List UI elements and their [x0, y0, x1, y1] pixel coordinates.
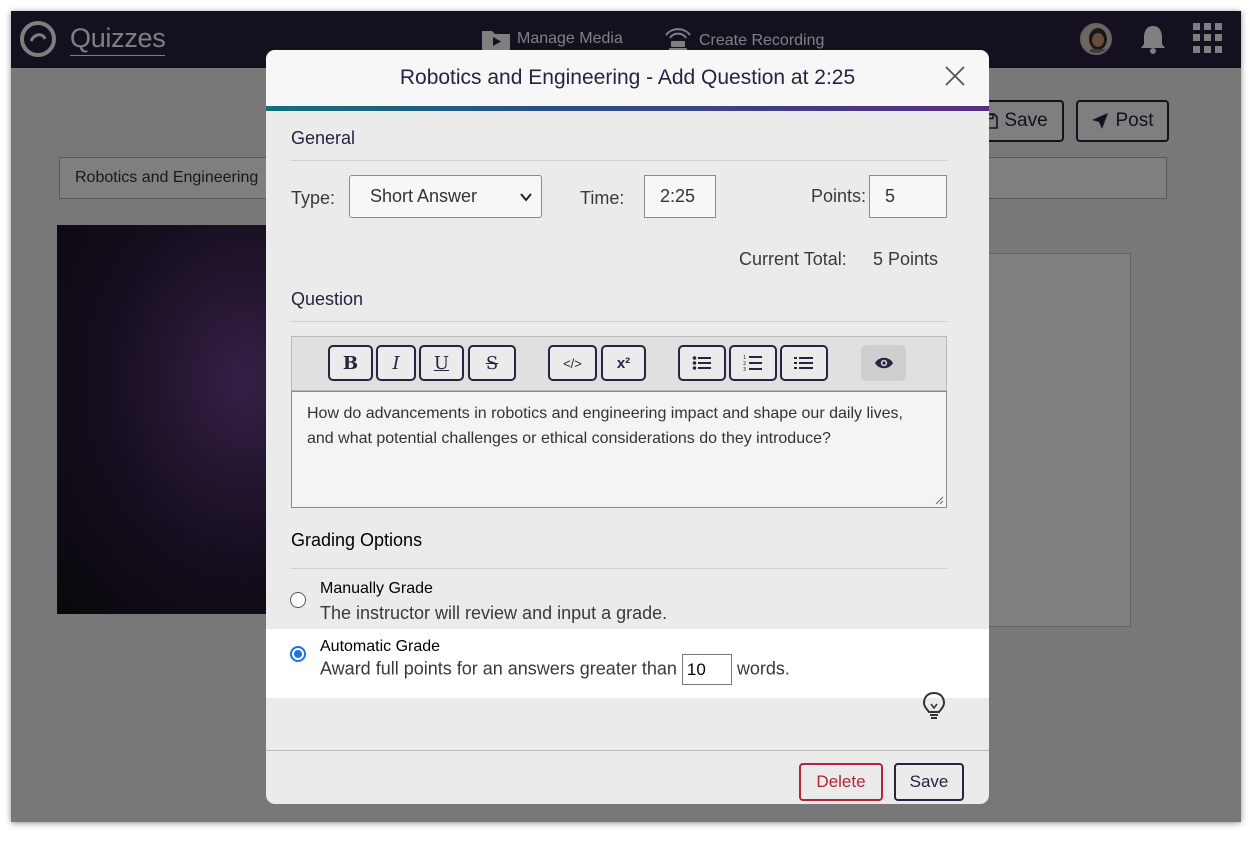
question-text-editor[interactable]: How do advancements in robotics and engi… — [291, 391, 947, 508]
points-label: Points: — [811, 186, 867, 206]
add-question-modal: Robotics and Engineering - Add Question … — [266, 50, 989, 804]
preview-button[interactable] — [861, 345, 906, 381]
question-text: How do advancements in robotics and engi… — [307, 405, 903, 447]
strikethrough-button[interactable]: S — [468, 345, 516, 381]
resize-handle-icon[interactable] — [934, 495, 944, 505]
lightbulb-icon[interactable] — [921, 691, 947, 721]
list-icon — [794, 357, 813, 369]
time-label: Time: — [580, 188, 625, 208]
save-button[interactable]: Save — [894, 763, 964, 801]
close-icon[interactable] — [943, 64, 967, 88]
divider — [291, 160, 947, 161]
chevron-down-icon — [520, 193, 532, 202]
auto-desc-prefix: Award full points for an answers greater… — [320, 658, 677, 679]
app-window: Quizzes Manage Media Create Recording — [11, 11, 1241, 822]
svg-text:3: 3 — [743, 367, 746, 372]
question-type-select[interactable]: Short Answer — [349, 175, 542, 218]
modal-accent-bar — [266, 106, 989, 111]
underline-button[interactable]: U — [419, 345, 464, 381]
general-heading: General — [291, 128, 356, 148]
automatic-grade-radio[interactable] — [290, 646, 306, 662]
divider — [291, 568, 947, 569]
modal-header: Robotics and Engineering - Add Question … — [266, 50, 989, 108]
question-heading: Question — [291, 289, 364, 309]
delete-button[interactable]: Delete — [799, 763, 883, 801]
numbered-list-icon: 1 2 3 — [743, 355, 762, 372]
italic-button[interactable]: I — [376, 345, 416, 381]
bullet-list-icon — [692, 356, 711, 370]
type-label: Type: — [291, 188, 336, 208]
list-button[interactable] — [780, 345, 828, 381]
modal-footer-divider — [266, 750, 989, 751]
min-words-input[interactable]: 10 — [681, 654, 732, 685]
editor-toolbar: B I U S </> x² 1 2 3 — [291, 336, 947, 391]
bullet-list-button[interactable] — [678, 345, 726, 381]
code-button[interactable]: </> — [548, 345, 597, 381]
time-input[interactable]: 2:25 — [644, 175, 716, 218]
bold-button[interactable]: B — [328, 345, 373, 381]
current-total-value: 5 Points — [873, 249, 939, 269]
manual-grade-radio[interactable] — [290, 592, 306, 608]
divider — [291, 321, 947, 322]
eye-icon — [874, 357, 893, 369]
grading-options-heading: Grading Options — [291, 530, 423, 550]
manual-grade-title: Manually Grade — [320, 580, 433, 597]
modal-title: Robotics and Engineering - Add Question … — [399, 66, 856, 89]
auto-desc-suffix: words. — [736, 658, 790, 679]
points-input[interactable]: 5 — [869, 175, 947, 218]
automatic-grade-option: Automatic Grade Award full points for an… — [266, 629, 989, 698]
question-type-value: Short Answer — [370, 186, 478, 206]
current-total-label: Current Total: — [739, 249, 847, 269]
manual-grade-description: The instructor will review and input a g… — [320, 603, 668, 623]
automatic-grade-description: Award full points for an answers greater… — [320, 654, 790, 685]
superscript-button[interactable]: x² — [601, 345, 646, 381]
numbered-list-button[interactable]: 1 2 3 — [729, 345, 777, 381]
